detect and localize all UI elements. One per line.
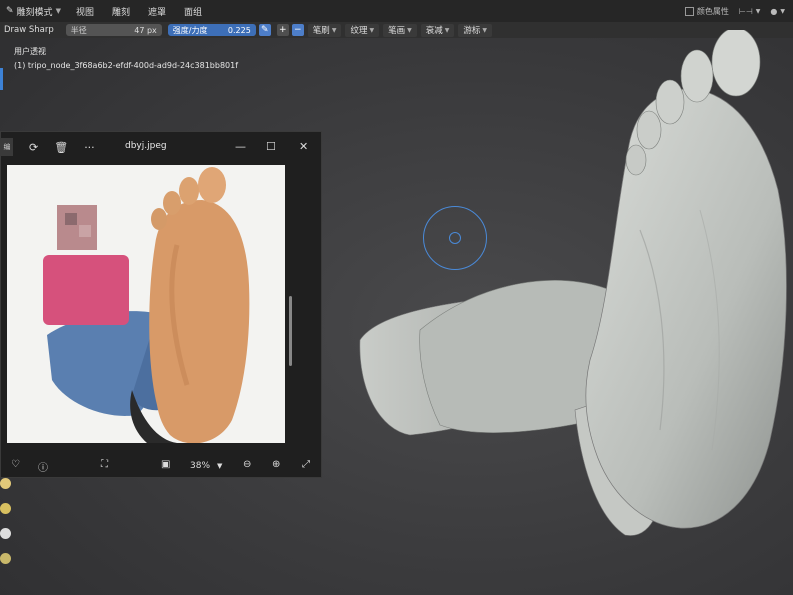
brush-name[interactable]: Draw Sharp xyxy=(0,25,60,35)
menu-sculpt[interactable]: 雕刻 xyxy=(103,5,139,18)
edit-tab[interactable]: 编 xyxy=(1,138,13,156)
rotate-icon[interactable]: ⟳ xyxy=(29,141,38,154)
tool-shelf xyxy=(0,478,12,578)
viewer-scrollbar[interactable] xyxy=(289,296,292,366)
radius-value: 47 px xyxy=(134,25,157,35)
toe-photo xyxy=(198,167,226,203)
subtract-direction-button[interactable]: − xyxy=(291,24,304,36)
toe-2-mesh xyxy=(680,49,714,103)
file-name: dbyj.jpeg xyxy=(125,141,167,151)
mode-selector[interactable]: ✎ 雕刻模式 ▼ xyxy=(0,5,67,18)
sculpt-model[interactable] xyxy=(340,30,793,550)
toe-4-mesh xyxy=(636,110,662,150)
crop-icon[interactable]: ⛶ xyxy=(101,459,108,470)
tool-icon-grab[interactable] xyxy=(0,528,11,539)
toe-photo xyxy=(151,208,167,230)
viewer-titlebar: 编 ⟳ 🗑 ··· dbyj.jpeg — ☐ ✕ xyxy=(1,132,321,162)
zoom-level[interactable]: 38% xyxy=(190,461,210,471)
expand-icon[interactable]: ⤢ xyxy=(302,459,310,470)
shirt-shape xyxy=(43,255,129,325)
maximize-icon[interactable]: ☐ xyxy=(266,140,276,153)
censor-block xyxy=(65,213,77,225)
brush-dropdown-label: 笔刷 xyxy=(312,26,330,36)
symmetry-icon: ⊢⊣ xyxy=(738,6,753,16)
viewport-info: 用户透视 (1) tripo_node_3f68a6b2-efdf-400d-a… xyxy=(14,45,238,73)
foot-photo-shape xyxy=(149,200,250,443)
menu-mask[interactable]: 遮罩 xyxy=(139,5,175,18)
brush-icon: ✎ xyxy=(6,6,14,16)
radius-field[interactable]: 半径 47 px xyxy=(65,24,162,36)
menu-bar: ✎ 雕刻模式 ▼ 视图 雕刻 遮罩 面组 颜色属性 ⊢⊣ ▼ ● ▼ xyxy=(0,0,793,22)
header-right-controls: 颜色属性 ⊢⊣ ▼ ● ▼ xyxy=(684,0,785,22)
color-attribute-toggle[interactable]: 颜色属性 xyxy=(684,6,729,17)
menu-face-sets[interactable]: 面组 xyxy=(175,5,211,18)
strength-label: 强度/力度 xyxy=(172,25,208,35)
view-perspective-label: 用户透视 xyxy=(14,47,46,56)
foot-mesh xyxy=(585,88,787,529)
chevron-down-icon[interactable]: ▼ xyxy=(217,462,222,470)
toe-3-mesh xyxy=(655,79,685,125)
reference-photo xyxy=(7,165,285,443)
menu-view[interactable]: 视图 xyxy=(67,5,103,18)
image-viewer-window: 编 ⟳ 🗑 ··· dbyj.jpeg — ☐ ✕ ♡ ⓘ ⛶ ▣ 38% ▼ … xyxy=(0,131,322,478)
chevron-down-icon: ▼ xyxy=(55,7,61,15)
color-attribute-label: 颜色属性 xyxy=(696,6,729,16)
mode-label: 雕刻模式 xyxy=(16,7,53,18)
tool-icon-draw[interactable] xyxy=(0,478,11,489)
toe-photo xyxy=(163,191,181,215)
viewer-bottom-bar: ♡ ⓘ ⛶ ▣ 38% ▼ ⊖ ⊕ ⤢ xyxy=(1,454,321,478)
tool-icon-smooth[interactable] xyxy=(0,503,11,514)
strength-field[interactable]: 强度/力度 0.225 xyxy=(167,24,256,36)
toe-5-mesh xyxy=(625,144,647,176)
color-square-icon xyxy=(684,6,694,16)
active-tool-indicator xyxy=(0,68,3,90)
toe-photo xyxy=(179,177,199,205)
strength-value: 0.225 xyxy=(227,25,251,35)
info-icon[interactable]: ⓘ xyxy=(38,459,48,474)
zoom-in-icon[interactable]: ⊕ xyxy=(272,459,280,470)
minimize-icon[interactable]: — xyxy=(235,140,246,153)
symmetry-toggle[interactable]: ⊢⊣ ▼ xyxy=(739,7,761,16)
censor-block xyxy=(79,225,91,237)
radius-label: 半径 xyxy=(70,25,87,35)
tool-icon-mask[interactable] xyxy=(0,553,11,564)
close-icon[interactable]: ✕ xyxy=(299,140,308,153)
more-icon[interactable]: ··· xyxy=(84,141,95,154)
zoom-out-icon[interactable]: ⊖ xyxy=(243,459,251,470)
add-direction-button[interactable]: + xyxy=(276,24,289,36)
brush-cursor-center xyxy=(449,232,461,244)
sphere-icon: ● xyxy=(770,6,778,16)
brush-dropdown[interactable]: 笔刷 ▼ xyxy=(307,23,342,37)
shading-toggle[interactable]: ● ▼ xyxy=(770,7,785,16)
pressure-pen-icon[interactable]: ✎ xyxy=(258,24,271,36)
chevron-down-icon: ▼ xyxy=(331,26,337,34)
fit-icon[interactable]: ▣ xyxy=(161,459,170,470)
heart-icon[interactable]: ♡ xyxy=(11,459,20,470)
big-toe-mesh xyxy=(711,30,761,97)
trash-icon[interactable]: 🗑 xyxy=(54,141,68,154)
active-object-label: (1) tripo_node_3f68a6b2-efdf-400d-ad9d-2… xyxy=(14,61,239,70)
